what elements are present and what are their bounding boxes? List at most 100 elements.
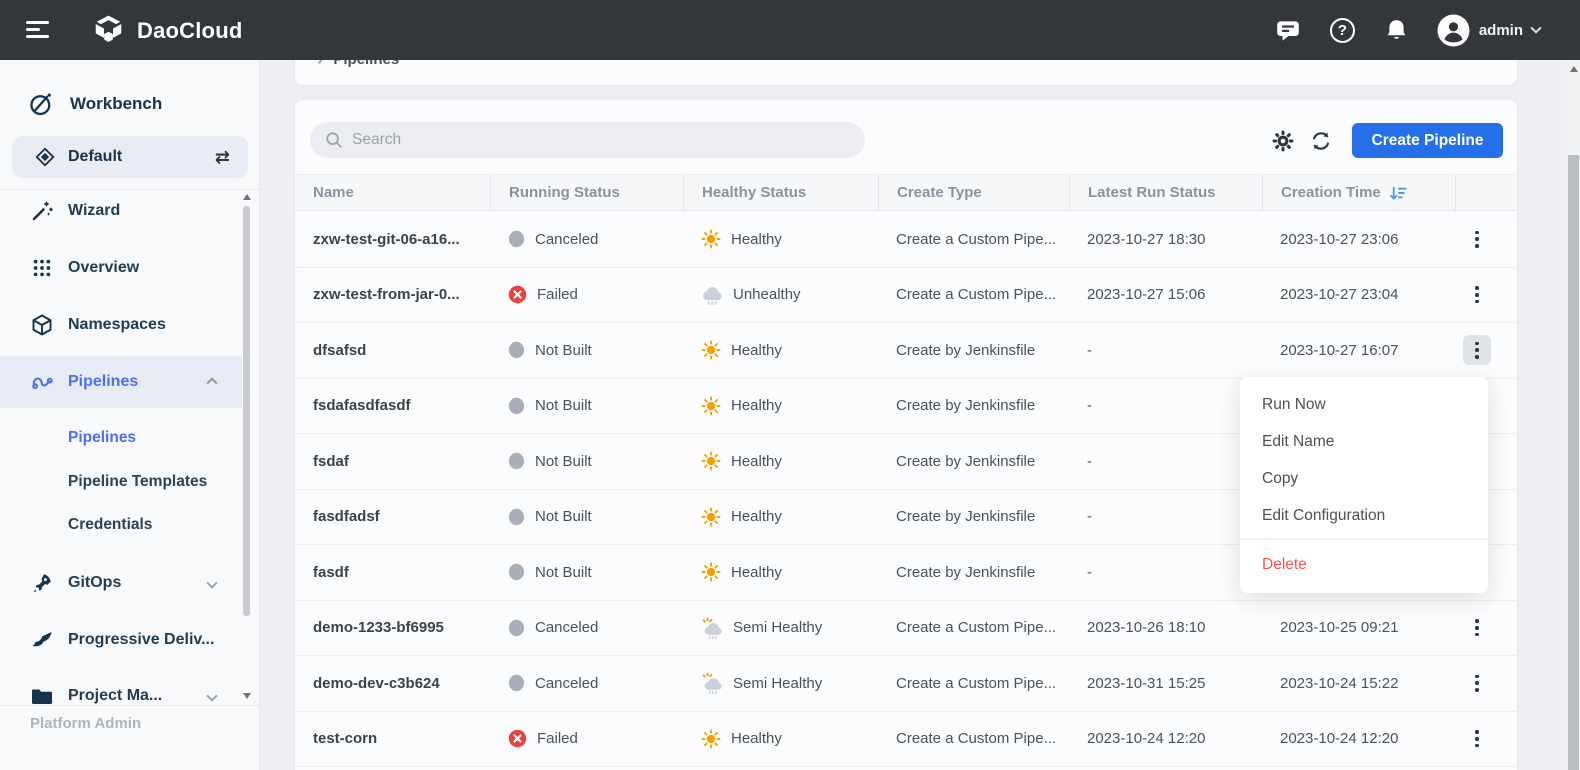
pipeline-name[interactable]: zxw-test-from-jar-0... xyxy=(295,268,490,323)
sidebar-item-gitops[interactable]: GitOps xyxy=(0,562,242,604)
creation-time: 2023-10-27 23:06 xyxy=(1262,212,1455,267)
latest-run-status: 2023-10-27 15:06 xyxy=(1069,268,1262,323)
help-icon[interactable]: ? xyxy=(1329,17,1356,44)
healthy-status-icon xyxy=(701,507,721,527)
create-type: Create a Custom Pipe... xyxy=(878,212,1069,267)
column-header-creation-time[interactable]: Creation Time xyxy=(1262,175,1455,210)
column-header-healthy-status[interactable]: Healthy Status xyxy=(683,175,878,210)
running-status-label: Not Built xyxy=(535,508,592,525)
pipeline-name[interactable]: fasdf xyxy=(295,545,490,600)
user-menu[interactable]: admin xyxy=(1437,14,1540,47)
sidebar-item-progressive-delivery[interactable]: Progressive Deliv... xyxy=(0,619,242,661)
row-actions-button[interactable] xyxy=(1463,668,1491,698)
pipeline-name[interactable]: dfsafsd xyxy=(295,323,490,378)
create-type: Create by Jenkinsfile xyxy=(878,323,1069,378)
scroll-up-arrow-icon[interactable] xyxy=(1570,66,1578,72)
table-row[interactable]: test-corn Failed Healthy Create a Custom… xyxy=(295,712,1517,768)
table-header: Name Running Status Healthy Status Creat… xyxy=(295,174,1517,211)
scroll-up-arrow-icon[interactable] xyxy=(243,194,251,200)
scrollbar-thumb[interactable] xyxy=(1568,155,1579,770)
context-menu-item[interactable]: Edit Name xyxy=(1240,423,1488,460)
healthy-status-icon xyxy=(701,284,723,306)
sidebar-section-workbench[interactable]: Workbench xyxy=(0,86,259,122)
row-actions-button[interactable] xyxy=(1463,224,1491,254)
pipeline-name[interactable]: zxw-test-git-06-a16... xyxy=(295,212,490,267)
sidebar-item-overview[interactable]: Overview xyxy=(0,247,242,289)
table-row[interactable]: demo-1233-bf6995 Canceled Semi Healthy C… xyxy=(295,601,1517,657)
gray-dot-icon xyxy=(508,674,525,692)
context-menu-item-delete[interactable]: Delete xyxy=(1240,545,1488,585)
running-status-label: Failed xyxy=(537,286,578,303)
running-status-label: Canceled xyxy=(535,231,598,248)
creation-time: 2023-10-24 15:22 xyxy=(1262,656,1455,711)
platform-admin-label[interactable]: Platform Admin xyxy=(30,715,141,732)
table-row[interactable]: zxw-test-git-06-a16... Canceled Healthy … xyxy=(295,212,1517,268)
sidebar-subitem-pipeline-templates[interactable]: Pipeline Templates xyxy=(0,462,242,502)
settings-gear-icon[interactable] xyxy=(1270,128,1296,154)
failed-icon xyxy=(508,285,527,304)
create-type: Create by Jenkinsfile xyxy=(878,434,1069,489)
creation-time: 2023-10-27 16:07 xyxy=(1262,323,1455,378)
sidebar-item-namespaces[interactable]: Namespaces xyxy=(0,304,242,346)
pipeline-name[interactable]: fsdaf xyxy=(295,434,490,489)
sidebar-subitem-pipelines[interactable]: Pipelines xyxy=(0,418,242,458)
sun-rain-cloud-icon xyxy=(701,672,723,694)
refresh-icon[interactable] xyxy=(1308,128,1334,154)
pipeline-name[interactable]: test-corn xyxy=(295,712,490,767)
pipeline-name[interactable]: fasdfadsf xyxy=(295,490,490,545)
context-menu-item[interactable]: Edit Configuration xyxy=(1240,497,1488,534)
latest-run-status: 2023-10-31 15:25 xyxy=(1069,656,1262,711)
context-menu-item[interactable]: Copy xyxy=(1240,460,1488,497)
row-actions-button[interactable] xyxy=(1463,724,1491,754)
running-status-icon xyxy=(508,619,525,637)
create-type: Create by Jenkinsfile xyxy=(878,490,1069,545)
row-actions-button[interactable] xyxy=(1463,280,1491,310)
menu-icon[interactable] xyxy=(26,21,50,39)
scroll-down-arrow-icon[interactable] xyxy=(243,693,251,699)
sidebar-subitem-credentials[interactable]: Credentials xyxy=(0,505,242,545)
workspace-icon xyxy=(34,146,56,168)
create-type: Create by Jenkinsfile xyxy=(878,545,1069,600)
column-header-running-status[interactable]: Running Status xyxy=(490,175,683,210)
sidebar-item-project-management[interactable]: Project Ma... xyxy=(0,675,242,705)
column-header-latest-run-status[interactable]: Latest Run Status xyxy=(1069,175,1262,210)
gray-dot-icon xyxy=(508,397,525,415)
row-actions-button[interactable] xyxy=(1463,613,1491,643)
workspace-selector[interactable]: Default ⇄ xyxy=(12,136,248,178)
pipeline-name[interactable]: fsdafasdfasdf xyxy=(295,379,490,434)
column-header-create-type[interactable]: Create Type xyxy=(878,175,1069,210)
sort-descending-icon[interactable] xyxy=(1389,184,1408,202)
page-scrollbar[interactable] xyxy=(1567,60,1580,770)
search-icon xyxy=(325,131,343,149)
sun-icon xyxy=(701,451,721,471)
sidebar-scrollbar[interactable] xyxy=(243,192,251,703)
chat-icon[interactable] xyxy=(1275,17,1302,44)
scrollbar-thumb[interactable] xyxy=(243,206,250,616)
sidebar-item-wizard[interactable]: Wizard xyxy=(0,190,242,232)
workbench-label: Workbench xyxy=(70,94,162,114)
running-status-icon xyxy=(508,230,525,248)
healthy-status-icon xyxy=(701,451,721,471)
latest-run-status: - xyxy=(1069,434,1262,489)
column-header-name[interactable]: Name xyxy=(295,175,490,210)
table-row[interactable]: demo-dev-c3b624 Canceled Semi Healthy Cr… xyxy=(295,656,1517,712)
app-window: DaoCloud ? admin Workbench xyxy=(0,0,1580,770)
table-row[interactable]: zxw-test-from-jar-0... Failed Unhealthy … xyxy=(295,268,1517,324)
create-pipeline-button[interactable]: Create Pipeline xyxy=(1352,123,1503,158)
sun-icon xyxy=(701,229,721,249)
healthy-status-label: Healthy xyxy=(731,342,782,359)
brand[interactable]: DaoCloud xyxy=(90,12,242,49)
gray-dot-icon xyxy=(508,619,525,637)
switch-workspace-icon[interactable]: ⇄ xyxy=(215,147,230,168)
chevron-down-icon xyxy=(1530,22,1541,33)
context-menu-item[interactable]: Run Now xyxy=(1240,386,1488,423)
bell-icon[interactable] xyxy=(1383,17,1410,44)
avatar-icon xyxy=(1437,14,1470,47)
running-status-label: Not Built xyxy=(535,453,592,470)
pipeline-name[interactable]: demo-1233-bf6995 xyxy=(295,601,490,656)
sidebar-item-pipelines[interactable]: Pipelines xyxy=(0,356,242,408)
search-input[interactable] xyxy=(352,131,832,149)
table-row[interactable]: dfsafsd Not Built Healthy Create by Jenk… xyxy=(295,323,1517,379)
row-actions-button[interactable] xyxy=(1463,335,1491,365)
pipeline-name[interactable]: demo-dev-c3b624 xyxy=(295,656,490,711)
